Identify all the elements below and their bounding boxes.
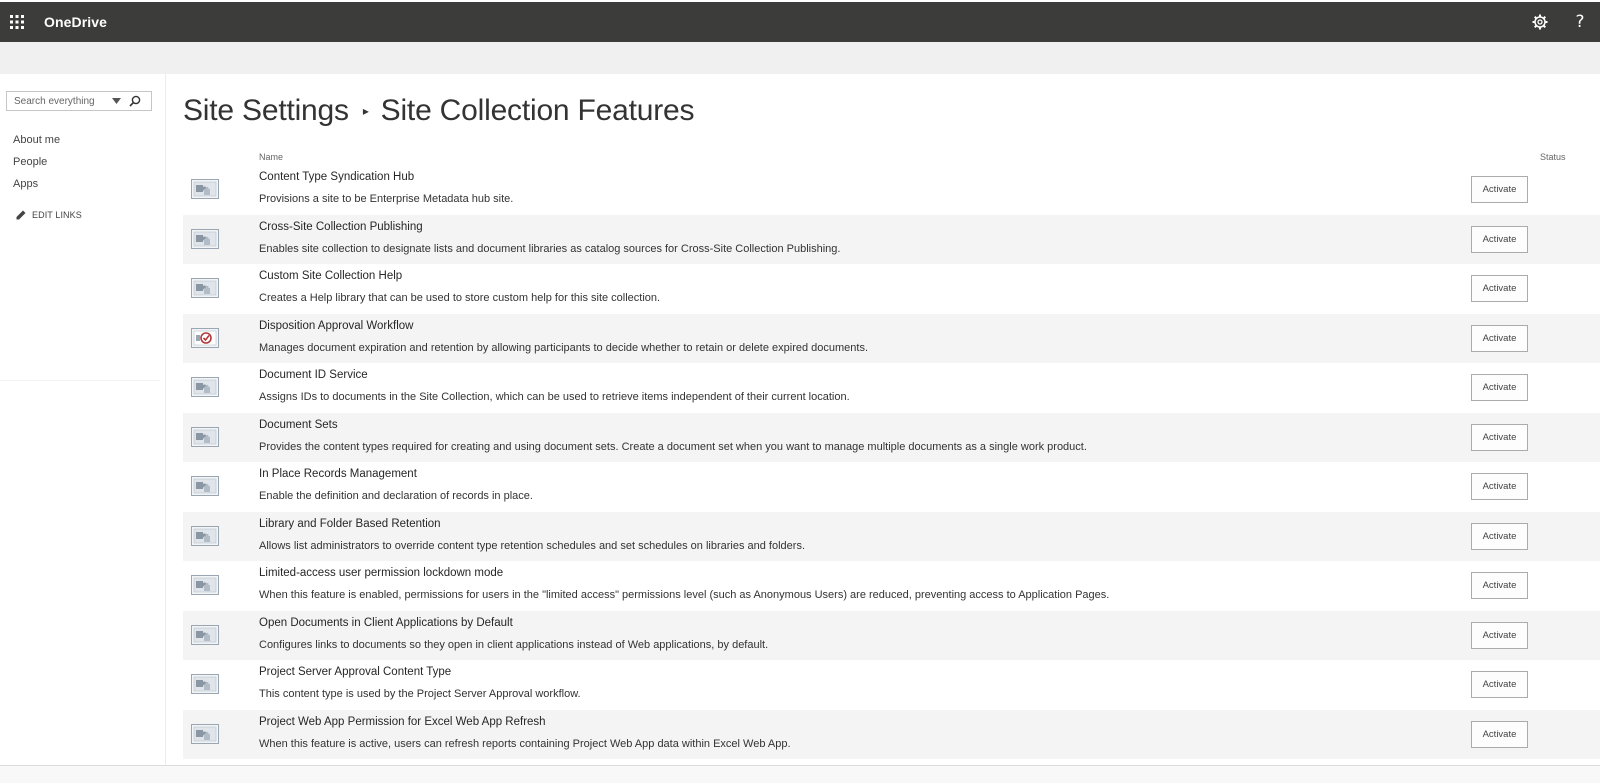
feature-row: Document ID Service Assigns IDs to docume…: [183, 363, 1600, 413]
feature-puzzle-icon: [191, 575, 219, 595]
search-icon[interactable]: [125, 92, 145, 110]
suite-bar-actions: ?: [1520, 2, 1600, 42]
feature-row: Project Server Approval Content Type This…: [183, 660, 1600, 710]
pencil-icon: [16, 210, 26, 220]
help-icon[interactable]: ?: [1560, 2, 1600, 42]
feature-row: Limited-access user permission lockdown …: [183, 561, 1600, 611]
activate-button[interactable]: Activate: [1471, 572, 1528, 599]
settings-gear-icon[interactable]: [1520, 2, 1560, 42]
search-box: [6, 91, 152, 111]
feature-title: Custom Site Collection Help: [259, 270, 403, 282]
feature-puzzle-icon: [191, 377, 219, 397]
suite-bar: OneDrive ?: [0, 2, 1600, 42]
feature-puzzle-icon: [191, 228, 219, 249]
activate-button[interactable]: Activate: [1471, 423, 1528, 451]
activate-button[interactable]: Activate: [1471, 324, 1528, 352]
feature-row: Disposition Approval Workflow Manages doc…: [183, 313, 1600, 363]
feature-description: When this feature is active, users can r…: [259, 737, 791, 750]
left-navigation: About me People Apps EDIT LINKS: [0, 74, 166, 783]
activate-button[interactable]: Activate: [1471, 473, 1528, 500]
feature-title: Library and Folder Based Retention: [259, 517, 441, 530]
feature-puzzle-icon: [191, 624, 219, 645]
feature-puzzle-icon: [191, 674, 219, 694]
search-input[interactable]: [7, 92, 107, 110]
breadcrumb-site-settings[interactable]: Site Settings: [183, 94, 349, 127]
feature-title: In Place Records Management: [259, 468, 417, 480]
nav-link-people[interactable]: People: [13, 154, 60, 176]
quick-launch: About me People Apps: [13, 132, 60, 198]
brand-onedrive[interactable]: OneDrive: [44, 14, 107, 30]
breadcrumb-separator-icon: ▸: [362, 104, 369, 118]
feature-description: Enables site collection to designate lis…: [259, 242, 841, 255]
feature-row: Open Documents in Client Applications by…: [183, 610, 1600, 660]
feature-title: Limited-access user permission lockdown …: [259, 567, 504, 579]
activate-button[interactable]: Activate: [1471, 374, 1528, 401]
activate-button[interactable]: Activate: [1471, 176, 1528, 203]
feature-puzzle-icon: [191, 179, 219, 199]
feature-puzzle-icon: [191, 278, 219, 298]
edit-links-button[interactable]: EDIT LINKS: [16, 210, 82, 220]
activate-button[interactable]: Activate: [1471, 522, 1528, 550]
activate-button[interactable]: Activate: [1471, 671, 1528, 698]
feature-title: Document ID Service: [259, 369, 368, 381]
feature-title: Open Documents in Client Applications by…: [259, 616, 513, 629]
workflow-approval-icon: [191, 327, 219, 348]
feature-puzzle-icon: [191, 723, 219, 744]
feature-title: Content Type Syndication Hub: [259, 171, 415, 183]
feature-list: Content Type Syndication Hub Provisions a…: [183, 165, 1600, 783]
feature-row: Content Type Syndication Hub Provisions a…: [183, 165, 1600, 215]
page-title: Site Settings ▸ Site Collection Features: [183, 94, 695, 128]
activate-button[interactable]: Activate: [1471, 275, 1528, 302]
nav-link-about-me[interactable]: About me: [13, 132, 60, 154]
feature-description: Provisions a site to be Enterprise Metad…: [259, 193, 514, 205]
feature-row: Document Sets Provides the content types …: [183, 412, 1600, 462]
feature-title: Project Server Approval Content Type: [259, 666, 452, 678]
feature-row: Cross-Site Collection Publishing Enables …: [183, 214, 1600, 264]
feature-description: This content type is used by the Project…: [259, 688, 581, 700]
feature-title: Project Web App Permission for Excel Web…: [259, 715, 546, 728]
help-label: ?: [1575, 12, 1585, 32]
feature-description: Assigns IDs to documents in the Site Col…: [259, 391, 850, 403]
feature-description: Allows list administrators to override c…: [259, 539, 806, 552]
edit-links-label: EDIT LINKS: [32, 210, 82, 220]
nav-divider: [0, 380, 160, 381]
ribbon-strip: [0, 42, 1600, 74]
breadcrumb-current: Site Collection Features: [380, 94, 695, 127]
feature-description: Configures links to documents so they op…: [259, 638, 769, 651]
feature-title: Cross-Site Collection Publishing: [259, 220, 423, 233]
activate-button[interactable]: Activate: [1471, 621, 1528, 649]
feature-description: Creates a Help library that can be used …: [259, 292, 661, 304]
column-header-status: Status: [1540, 152, 1566, 162]
feature-row: Custom Site Collection Help Creates a Hel…: [183, 264, 1600, 314]
feature-description: Manages document expiration and retentio…: [259, 341, 869, 354]
feature-description: Enable the definition and declaration of…: [259, 490, 533, 502]
activate-button[interactable]: Activate: [1471, 225, 1528, 253]
feature-row: Library and Folder Based Retention Allows…: [183, 511, 1600, 561]
feature-puzzle-icon: [191, 476, 219, 496]
app-launcher-icon[interactable]: [1, 2, 33, 42]
feature-puzzle-icon: [191, 525, 219, 546]
feature-description: When this feature is enabled, permission…: [259, 589, 1110, 601]
main-content: Site Settings ▸ Site Collection Features N…: [183, 74, 1600, 783]
feature-puzzle-icon: [191, 426, 219, 447]
feature-title: Document Sets: [259, 418, 338, 431]
window-bottom-edge: [0, 765, 1600, 783]
feature-row: In Place Records Management Enable the de…: [183, 462, 1600, 512]
feature-description: Provides the content types required for …: [259, 440, 1087, 453]
column-header-name: Name: [259, 152, 284, 162]
search-scope-dropdown-icon[interactable]: [107, 92, 125, 110]
nav-link-apps[interactable]: Apps: [13, 176, 60, 198]
activate-button[interactable]: Activate: [1471, 720, 1528, 748]
feature-title: Disposition Approval Workflow: [259, 319, 414, 332]
feature-row: Project Web App Permission for Excel Web…: [183, 709, 1600, 759]
